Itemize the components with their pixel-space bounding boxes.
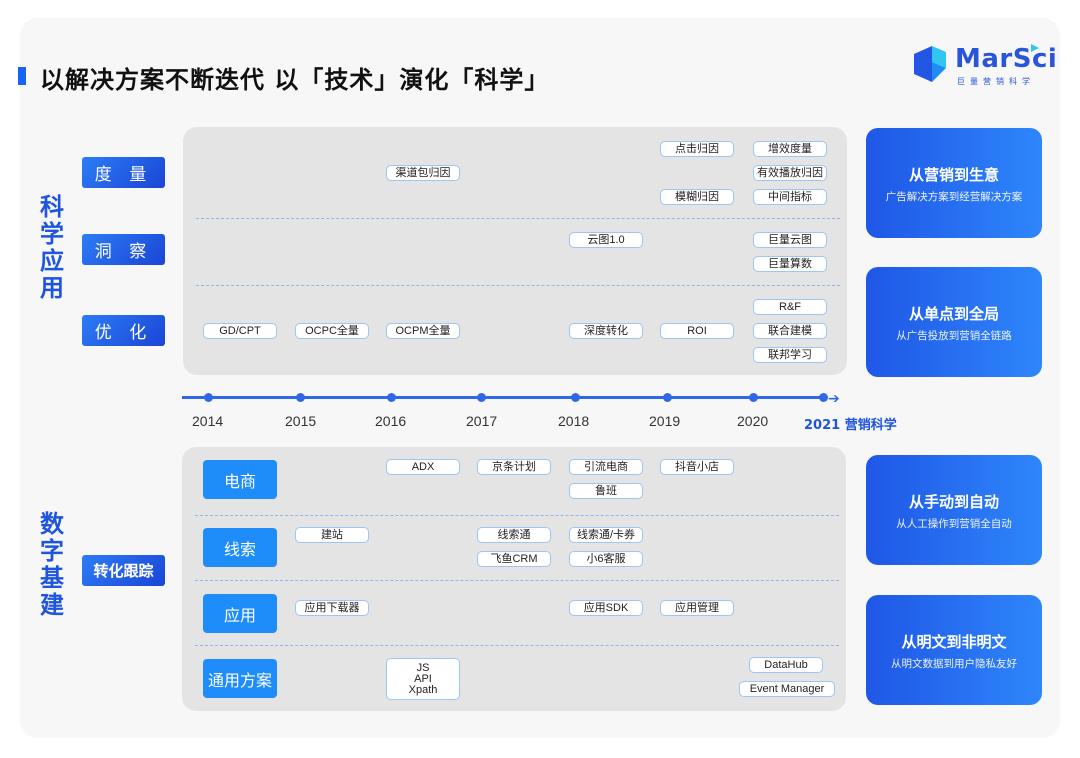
side-card-title: 从手动到自动 xyxy=(908,493,999,511)
section-label-char: 字 xyxy=(40,537,64,565)
chip-xiao6-service[interactable]: 小6客服 xyxy=(569,551,643,567)
divider xyxy=(195,580,839,581)
year-label: 2017 xyxy=(466,413,498,429)
chip-juliang-yuntu[interactable]: 巨量云图 xyxy=(753,232,827,248)
side-card-plaintext-to-private: 从明文到非明文 从明文数据到用户隐私友好 xyxy=(866,595,1042,705)
science-panel xyxy=(183,127,847,375)
timeline-dot xyxy=(477,393,486,402)
section-label-char: 应 xyxy=(40,247,64,275)
chip-event-manager[interactable]: Event Manager xyxy=(739,681,835,697)
side-card-subtitle: 从广告投放到营销全链路 xyxy=(896,330,1012,342)
chip-roi[interactable]: ROI xyxy=(660,323,734,339)
side-card-subtitle: 广告解决方案到经营解决方案 xyxy=(885,191,1023,203)
chip-yuntu-1[interactable]: 云图1.0 xyxy=(569,232,643,248)
chip-intermediate-metrics[interactable]: 中间指标 xyxy=(753,189,827,205)
chip-traffic-ecommerce[interactable]: 引流电商 xyxy=(569,459,643,475)
timeline-dot xyxy=(749,393,758,402)
divider xyxy=(196,218,840,219)
chip-juliang-suanshu[interactable]: 巨量算数 xyxy=(753,256,827,272)
year-label: 2014 xyxy=(192,413,224,429)
section-label-char: 用 xyxy=(40,274,64,302)
category-insight[interactable]: 洞 察 xyxy=(82,234,165,265)
chip-incremental-measure[interactable]: 增效度量 xyxy=(753,141,827,157)
logo-subtitle: 巨量营销科学 xyxy=(957,77,1035,86)
chip-effective-play-attribution[interactable]: 有效播放归因 xyxy=(753,165,827,181)
category-measure[interactable]: 度 量 xyxy=(82,157,165,188)
row-general[interactable]: 通用方案 xyxy=(203,659,277,698)
chip-adx[interactable]: ADX xyxy=(386,459,460,475)
timeline-dot xyxy=(296,393,305,402)
chip-luban[interactable]: 鲁班 xyxy=(569,483,643,499)
arrow-right-icon: ➔ xyxy=(828,390,840,406)
chip-click-attribution[interactable]: 点击归因 xyxy=(660,141,734,157)
marsci-logo: MarSci 巨量营销科学 xyxy=(910,42,1057,92)
timeline-line xyxy=(182,396,822,399)
side-card-manual-to-auto: 从手动到自动 从人工操作到营销全自动 xyxy=(866,455,1042,565)
section-label-char: 建 xyxy=(40,591,64,619)
chip-deep-conversion[interactable]: 深度转化 xyxy=(569,323,643,339)
year-label: 2016 xyxy=(375,413,407,429)
logo-wordmark: MarSci xyxy=(955,44,1058,74)
divider xyxy=(196,285,840,286)
chip-joint-modeling[interactable]: 联合建模 xyxy=(753,323,827,339)
chip-app-management[interactable]: 应用管理 xyxy=(660,600,734,616)
chip-app-downloader[interactable]: 应用下载器 xyxy=(295,600,369,616)
timeline-dot xyxy=(387,393,396,402)
side-card-point-to-global: 从单点到全局 从广告投放到营销全链路 xyxy=(866,267,1042,377)
chip-gd-cpt[interactable]: GD/CPT xyxy=(203,323,277,339)
side-card-title: 从营销到生意 xyxy=(908,166,999,184)
category-optimize[interactable]: 优 化 xyxy=(82,315,165,346)
row-ecommerce[interactable]: 电商 xyxy=(203,460,277,499)
section-label-science: 科学应用 xyxy=(38,195,66,303)
chip-datahub[interactable]: DataHub xyxy=(749,657,823,673)
chip-line-xpath: Xpath xyxy=(408,683,438,696)
side-card-subtitle: 从人工操作到营销全自动 xyxy=(896,518,1012,530)
chip-xiansuotong[interactable]: 线索通 xyxy=(477,527,551,543)
section-label-char: 科 xyxy=(40,193,64,221)
category-conversion-tracking[interactable]: 转化跟踪 xyxy=(82,555,165,586)
side-card-title: 从明文到非明文 xyxy=(901,633,1007,651)
chip-line-js: JS xyxy=(416,661,430,674)
section-label-char: 数 xyxy=(40,510,64,538)
row-app[interactable]: 应用 xyxy=(203,594,277,633)
chip-ocpm[interactable]: OCPM全量 xyxy=(386,323,460,339)
digital-panel xyxy=(182,447,846,711)
timeline-dot xyxy=(571,393,580,402)
row-leads[interactable]: 线索 xyxy=(203,528,277,567)
chip-app-sdk[interactable]: 应用SDK xyxy=(569,600,643,616)
chip-site-builder[interactable]: 建站 xyxy=(295,527,369,543)
chip-xiansuotong-coupon[interactable]: 线索通/卡券 xyxy=(569,527,643,543)
page-title: 以解决方案不断迭代 以「技术」演化「科学」 xyxy=(40,66,550,94)
timeline-dot xyxy=(663,393,672,402)
side-card-subtitle: 从明文数据到用户隐私友好 xyxy=(891,658,1017,670)
chip-jingtiao[interactable]: 京条计划 xyxy=(477,459,551,475)
chip-federated-learning[interactable]: 联邦学习 xyxy=(753,347,827,363)
year-label-final: 2021 营销科学 xyxy=(804,418,897,433)
chip-douyin-shop[interactable]: 抖音小店 xyxy=(660,459,734,475)
chip-feiyu-crm[interactable]: 飞鱼CRM xyxy=(477,551,551,567)
chip-line-api: API xyxy=(414,672,432,685)
section-label-digital: 数字基建 xyxy=(38,512,66,620)
divider xyxy=(195,645,839,646)
divider xyxy=(195,515,839,516)
side-card-marketing-to-business: 从营销到生意 广告解决方案到经营解决方案 xyxy=(866,128,1042,238)
section-label-char: 基 xyxy=(40,564,64,592)
logo-mark-icon xyxy=(914,46,946,82)
side-card-title: 从单点到全局 xyxy=(908,305,999,323)
timeline-dot xyxy=(819,393,828,402)
year-label: 2020 xyxy=(737,413,769,429)
chip-rf[interactable]: R&F xyxy=(753,299,827,315)
year-label: 2015 xyxy=(285,413,317,429)
chip-js-api-xpath[interactable]: JS API Xpath xyxy=(386,658,460,700)
title-accent-bar xyxy=(18,67,26,85)
timeline: ➔ xyxy=(182,390,842,406)
chip-fuzzy-attribution[interactable]: 模糊归因 xyxy=(660,189,734,205)
year-label: 2019 xyxy=(649,413,681,429)
section-label-char: 学 xyxy=(40,220,64,248)
chip-ocpc[interactable]: OCPC全量 xyxy=(295,323,369,339)
logo-play-icon xyxy=(1031,44,1039,52)
year-label: 2018 xyxy=(558,413,590,429)
timeline-dot xyxy=(204,393,213,402)
chip-channel-attribution[interactable]: 渠道包归因 xyxy=(386,165,460,181)
